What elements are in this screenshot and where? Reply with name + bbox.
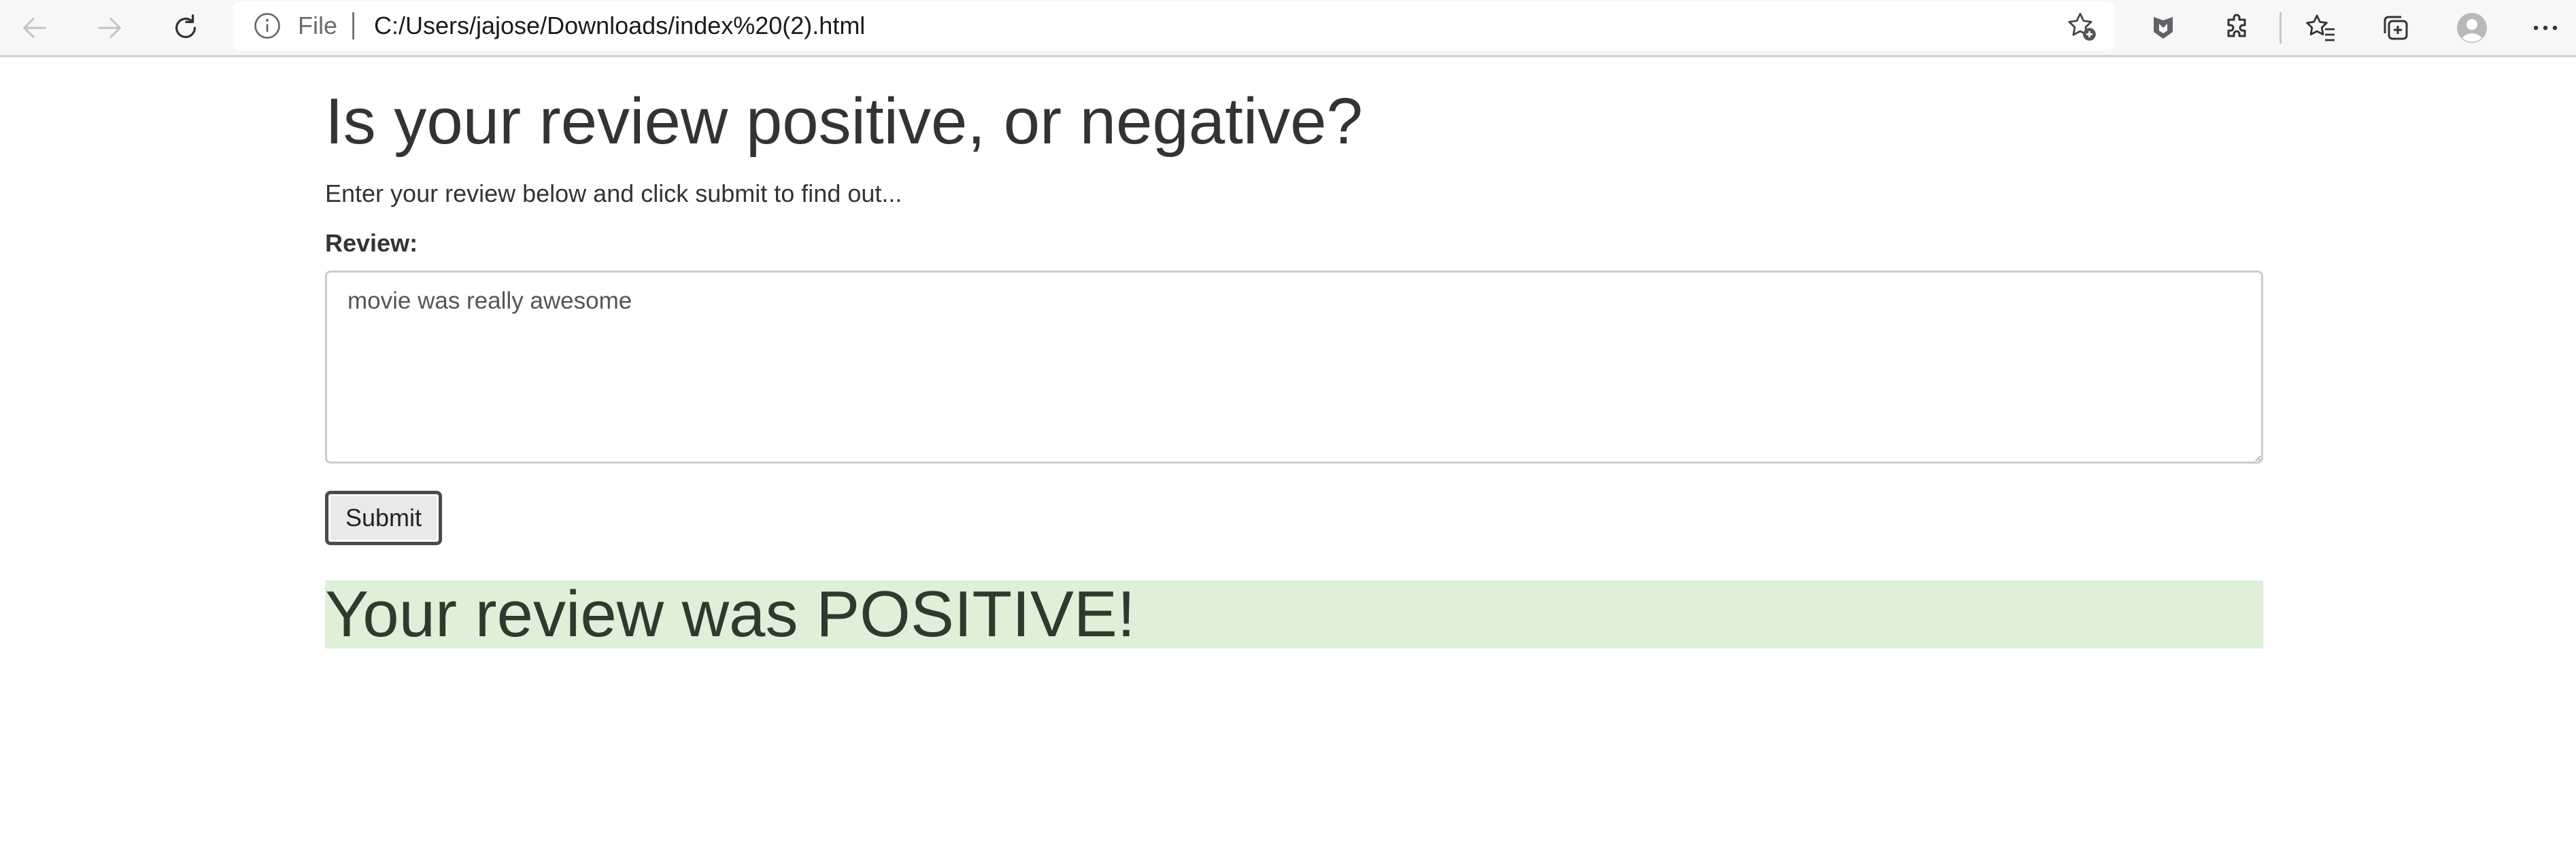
page-title: Is your review positive, or negative? <box>325 85 1363 158</box>
extension-shield-icon <box>2154 17 2173 39</box>
profile-button[interactable] <box>2451 7 2493 49</box>
collections-icon <box>2384 16 2408 40</box>
result-alert: Your review was POSITIVE! <box>325 581 2263 648</box>
address-bar[interactable]: File C:/Users/jajose/Downloads/index%20(… <box>233 1 2115 50</box>
info-icon[interactable] <box>253 12 282 40</box>
refresh-icon <box>175 14 197 39</box>
review-label: Review: <box>325 229 418 257</box>
result-text: Your review was POSITIVE! <box>325 578 1136 651</box>
scheme-label: File <box>298 12 338 39</box>
back-button[interactable] <box>12 5 57 50</box>
refresh-button[interactable] <box>163 5 208 50</box>
toolbar-separator <box>2280 12 2282 44</box>
address-divider <box>352 12 354 39</box>
collections-button[interactable] <box>2375 7 2417 49</box>
forward-icon <box>98 18 121 38</box>
more-options-button[interactable] <box>2524 7 2566 49</box>
review-textarea[interactable]: movie was really awesome <box>325 271 2263 464</box>
url-text[interactable]: C:/Users/jajose/Downloads/index%20(2).ht… <box>374 1 865 50</box>
favorites-icon <box>2306 14 2335 41</box>
back-icon <box>23 18 46 38</box>
extensions-button[interactable] <box>2217 7 2259 49</box>
extension-shield-button[interactable] <box>2142 7 2184 49</box>
profile-icon <box>2457 13 2487 43</box>
submit-button[interactable]: Submit <box>325 491 442 545</box>
extensions-puzzle-icon <box>2227 14 2246 37</box>
favorites-button[interactable] <box>2300 7 2342 49</box>
add-favorite-icon[interactable] <box>2065 10 2099 44</box>
forward-button[interactable] <box>87 5 132 50</box>
more-icon <box>2533 25 2558 31</box>
page-subtitle: Enter your review below and click submit… <box>325 179 902 207</box>
browser-toolbar: File C:/Users/jajose/Downloads/index%20(… <box>0 0 2576 57</box>
